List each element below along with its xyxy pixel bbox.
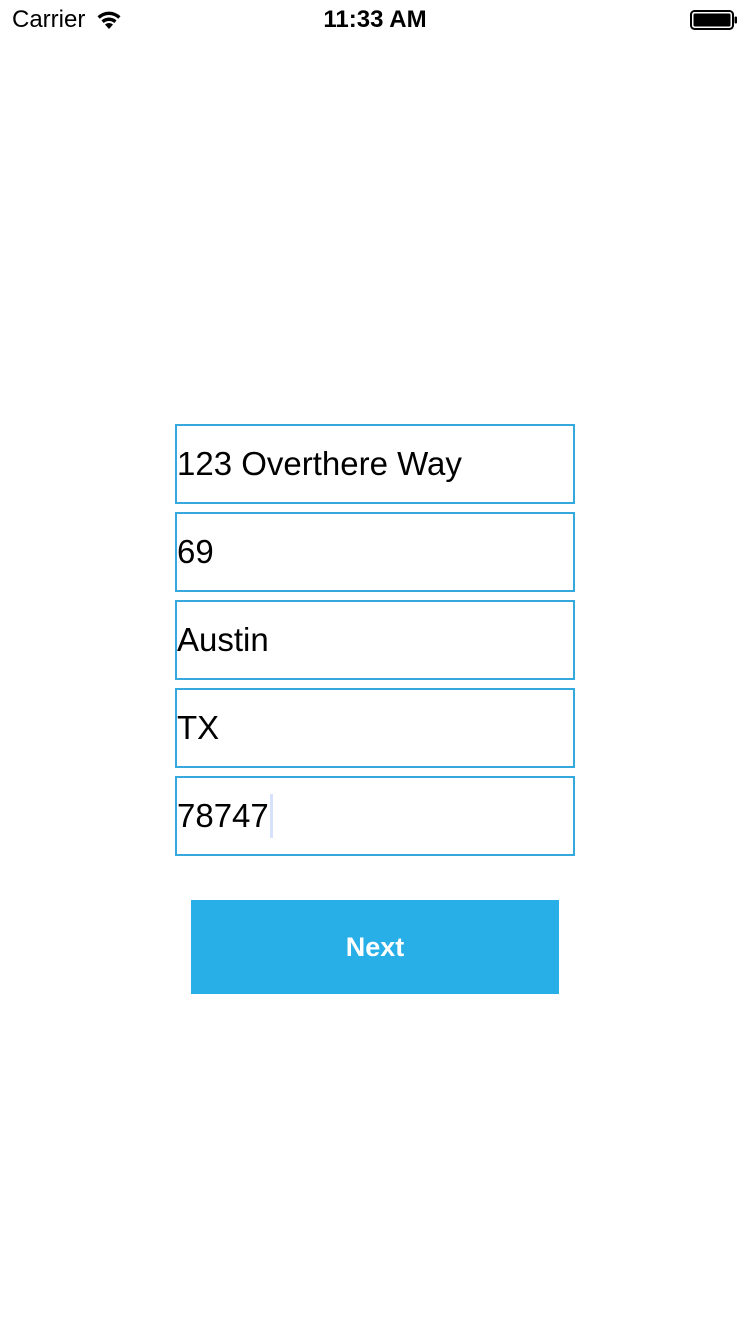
state-value: TX — [177, 709, 220, 746]
status-time: 11:33 AM — [323, 6, 427, 33]
address-form: 123 Overthere Way 69 Austin TX 78747 — [175, 424, 575, 864]
city-value: Austin — [177, 621, 269, 658]
next-button[interactable]: Next — [191, 900, 559, 994]
state-field[interactable]: TX — [175, 688, 575, 768]
zip-value: 78747 — [177, 797, 269, 834]
street-address-field[interactable]: 123 Overthere Way — [175, 424, 575, 504]
street-address-value: 123 Overthere Way — [177, 445, 462, 482]
zip-field[interactable]: 78747 — [175, 776, 575, 856]
text-cursor — [269, 794, 273, 839]
screen: Carrier 11:33 AM 123 Overthere Way 69 Au… — [0, 0, 750, 1334]
status-bar: Carrier 11:33 AM — [0, 0, 750, 40]
battery-icon — [690, 10, 737, 30]
unit-value: 69 — [177, 533, 214, 570]
unit-field[interactable]: 69 — [175, 512, 575, 592]
city-field[interactable]: Austin — [175, 600, 575, 680]
zip-value-wrapper: 78747 — [177, 778, 273, 854]
